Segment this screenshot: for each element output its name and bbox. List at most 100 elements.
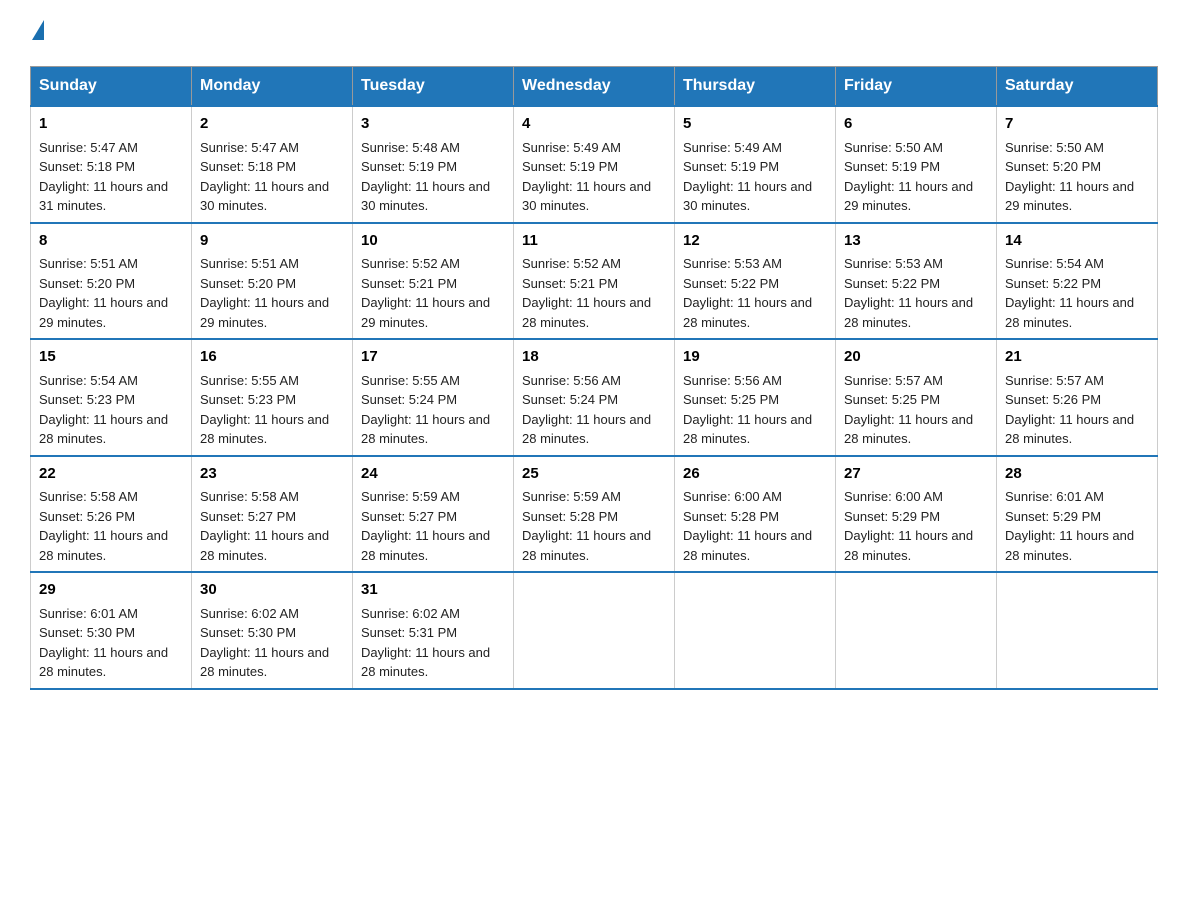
day-info: Sunrise: 5:49 AMSunset: 5:19 PMDaylight:…	[683, 138, 827, 216]
calendar-day-header: Tuesday	[353, 67, 514, 107]
calendar-week-row: 22Sunrise: 5:58 AMSunset: 5:26 PMDayligh…	[31, 456, 1158, 573]
day-info: Sunrise: 6:00 AMSunset: 5:28 PMDaylight:…	[683, 487, 827, 565]
day-info: Sunrise: 5:53 AMSunset: 5:22 PMDaylight:…	[844, 254, 988, 332]
day-number: 14	[1005, 230, 1149, 253]
day-number: 10	[361, 230, 505, 253]
calendar-day-cell: 11Sunrise: 5:52 AMSunset: 5:21 PMDayligh…	[514, 223, 675, 340]
day-info: Sunrise: 5:50 AMSunset: 5:20 PMDaylight:…	[1005, 138, 1149, 216]
day-number: 25	[522, 463, 666, 486]
calendar-day-cell: 29Sunrise: 6:01 AMSunset: 5:30 PMDayligh…	[31, 572, 192, 689]
day-number: 20	[844, 346, 988, 369]
day-info: Sunrise: 5:59 AMSunset: 5:27 PMDaylight:…	[361, 487, 505, 565]
day-number: 13	[844, 230, 988, 253]
day-info: Sunrise: 5:56 AMSunset: 5:24 PMDaylight:…	[522, 371, 666, 449]
calendar-week-row: 15Sunrise: 5:54 AMSunset: 5:23 PMDayligh…	[31, 339, 1158, 456]
calendar-day-header: Sunday	[31, 67, 192, 107]
day-info: Sunrise: 5:58 AMSunset: 5:27 PMDaylight:…	[200, 487, 344, 565]
day-number: 15	[39, 346, 183, 369]
day-number: 2	[200, 113, 344, 136]
day-info: Sunrise: 5:56 AMSunset: 5:25 PMDaylight:…	[683, 371, 827, 449]
day-number: 16	[200, 346, 344, 369]
day-number: 8	[39, 230, 183, 253]
day-number: 18	[522, 346, 666, 369]
day-number: 31	[361, 579, 505, 602]
day-number: 26	[683, 463, 827, 486]
calendar-day-header: Monday	[192, 67, 353, 107]
calendar-week-row: 1Sunrise: 5:47 AMSunset: 5:18 PMDaylight…	[31, 106, 1158, 223]
day-info: Sunrise: 5:57 AMSunset: 5:26 PMDaylight:…	[1005, 371, 1149, 449]
calendar-day-cell: 20Sunrise: 5:57 AMSunset: 5:25 PMDayligh…	[836, 339, 997, 456]
logo-triangle-icon	[32, 20, 44, 40]
calendar-day-cell: 9Sunrise: 5:51 AMSunset: 5:20 PMDaylight…	[192, 223, 353, 340]
calendar-day-cell: 17Sunrise: 5:55 AMSunset: 5:24 PMDayligh…	[353, 339, 514, 456]
calendar-day-cell: 21Sunrise: 5:57 AMSunset: 5:26 PMDayligh…	[997, 339, 1158, 456]
calendar-day-cell: 5Sunrise: 5:49 AMSunset: 5:19 PMDaylight…	[675, 106, 836, 223]
calendar-day-cell: 27Sunrise: 6:00 AMSunset: 5:29 PMDayligh…	[836, 456, 997, 573]
day-info: Sunrise: 5:47 AMSunset: 5:18 PMDaylight:…	[200, 138, 344, 216]
calendar-day-cell: 6Sunrise: 5:50 AMSunset: 5:19 PMDaylight…	[836, 106, 997, 223]
day-info: Sunrise: 5:48 AMSunset: 5:19 PMDaylight:…	[361, 138, 505, 216]
calendar-day-cell	[836, 572, 997, 689]
calendar-week-row: 8Sunrise: 5:51 AMSunset: 5:20 PMDaylight…	[31, 223, 1158, 340]
calendar-day-cell: 4Sunrise: 5:49 AMSunset: 5:19 PMDaylight…	[514, 106, 675, 223]
calendar-day-cell: 24Sunrise: 5:59 AMSunset: 5:27 PMDayligh…	[353, 456, 514, 573]
calendar-day-cell: 16Sunrise: 5:55 AMSunset: 5:23 PMDayligh…	[192, 339, 353, 456]
calendar-day-cell: 13Sunrise: 5:53 AMSunset: 5:22 PMDayligh…	[836, 223, 997, 340]
day-number: 28	[1005, 463, 1149, 486]
day-number: 27	[844, 463, 988, 486]
calendar-day-cell: 22Sunrise: 5:58 AMSunset: 5:26 PMDayligh…	[31, 456, 192, 573]
day-info: Sunrise: 5:55 AMSunset: 5:24 PMDaylight:…	[361, 371, 505, 449]
day-number: 1	[39, 113, 183, 136]
day-info: Sunrise: 5:51 AMSunset: 5:20 PMDaylight:…	[200, 254, 344, 332]
day-info: Sunrise: 6:00 AMSunset: 5:29 PMDaylight:…	[844, 487, 988, 565]
calendar-day-cell: 2Sunrise: 5:47 AMSunset: 5:18 PMDaylight…	[192, 106, 353, 223]
calendar-day-cell: 1Sunrise: 5:47 AMSunset: 5:18 PMDaylight…	[31, 106, 192, 223]
day-number: 4	[522, 113, 666, 136]
calendar-day-cell: 7Sunrise: 5:50 AMSunset: 5:20 PMDaylight…	[997, 106, 1158, 223]
calendar-day-cell	[514, 572, 675, 689]
calendar-day-cell: 15Sunrise: 5:54 AMSunset: 5:23 PMDayligh…	[31, 339, 192, 456]
day-info: Sunrise: 5:54 AMSunset: 5:23 PMDaylight:…	[39, 371, 183, 449]
calendar-day-cell: 3Sunrise: 5:48 AMSunset: 5:19 PMDaylight…	[353, 106, 514, 223]
calendar-day-cell: 25Sunrise: 5:59 AMSunset: 5:28 PMDayligh…	[514, 456, 675, 573]
day-number: 3	[361, 113, 505, 136]
page-header	[30, 20, 1158, 46]
day-info: Sunrise: 5:50 AMSunset: 5:19 PMDaylight:…	[844, 138, 988, 216]
day-info: Sunrise: 5:47 AMSunset: 5:18 PMDaylight:…	[39, 138, 183, 216]
day-number: 17	[361, 346, 505, 369]
calendar-day-cell	[675, 572, 836, 689]
day-info: Sunrise: 5:54 AMSunset: 5:22 PMDaylight:…	[1005, 254, 1149, 332]
day-number: 23	[200, 463, 344, 486]
calendar-header-row: SundayMondayTuesdayWednesdayThursdayFrid…	[31, 67, 1158, 107]
day-number: 11	[522, 230, 666, 253]
calendar-day-cell: 28Sunrise: 6:01 AMSunset: 5:29 PMDayligh…	[997, 456, 1158, 573]
calendar-day-cell: 19Sunrise: 5:56 AMSunset: 5:25 PMDayligh…	[675, 339, 836, 456]
day-number: 5	[683, 113, 827, 136]
calendar-day-header: Thursday	[675, 67, 836, 107]
calendar-day-header: Wednesday	[514, 67, 675, 107]
day-info: Sunrise: 5:52 AMSunset: 5:21 PMDaylight:…	[522, 254, 666, 332]
calendar-day-cell: 18Sunrise: 5:56 AMSunset: 5:24 PMDayligh…	[514, 339, 675, 456]
day-info: Sunrise: 6:02 AMSunset: 5:30 PMDaylight:…	[200, 604, 344, 682]
day-number: 19	[683, 346, 827, 369]
calendar-day-cell	[997, 572, 1158, 689]
logo	[30, 20, 44, 46]
day-number: 29	[39, 579, 183, 602]
calendar-day-cell: 14Sunrise: 5:54 AMSunset: 5:22 PMDayligh…	[997, 223, 1158, 340]
day-info: Sunrise: 5:49 AMSunset: 5:19 PMDaylight:…	[522, 138, 666, 216]
day-number: 7	[1005, 113, 1149, 136]
day-info: Sunrise: 5:51 AMSunset: 5:20 PMDaylight:…	[39, 254, 183, 332]
calendar-day-cell: 23Sunrise: 5:58 AMSunset: 5:27 PMDayligh…	[192, 456, 353, 573]
day-number: 6	[844, 113, 988, 136]
calendar-day-cell: 31Sunrise: 6:02 AMSunset: 5:31 PMDayligh…	[353, 572, 514, 689]
calendar-day-cell: 10Sunrise: 5:52 AMSunset: 5:21 PMDayligh…	[353, 223, 514, 340]
calendar-day-header: Friday	[836, 67, 997, 107]
day-number: 22	[39, 463, 183, 486]
day-number: 21	[1005, 346, 1149, 369]
day-number: 24	[361, 463, 505, 486]
calendar-day-cell: 12Sunrise: 5:53 AMSunset: 5:22 PMDayligh…	[675, 223, 836, 340]
day-info: Sunrise: 6:01 AMSunset: 5:29 PMDaylight:…	[1005, 487, 1149, 565]
day-number: 12	[683, 230, 827, 253]
calendar-day-cell: 8Sunrise: 5:51 AMSunset: 5:20 PMDaylight…	[31, 223, 192, 340]
day-info: Sunrise: 6:02 AMSunset: 5:31 PMDaylight:…	[361, 604, 505, 682]
